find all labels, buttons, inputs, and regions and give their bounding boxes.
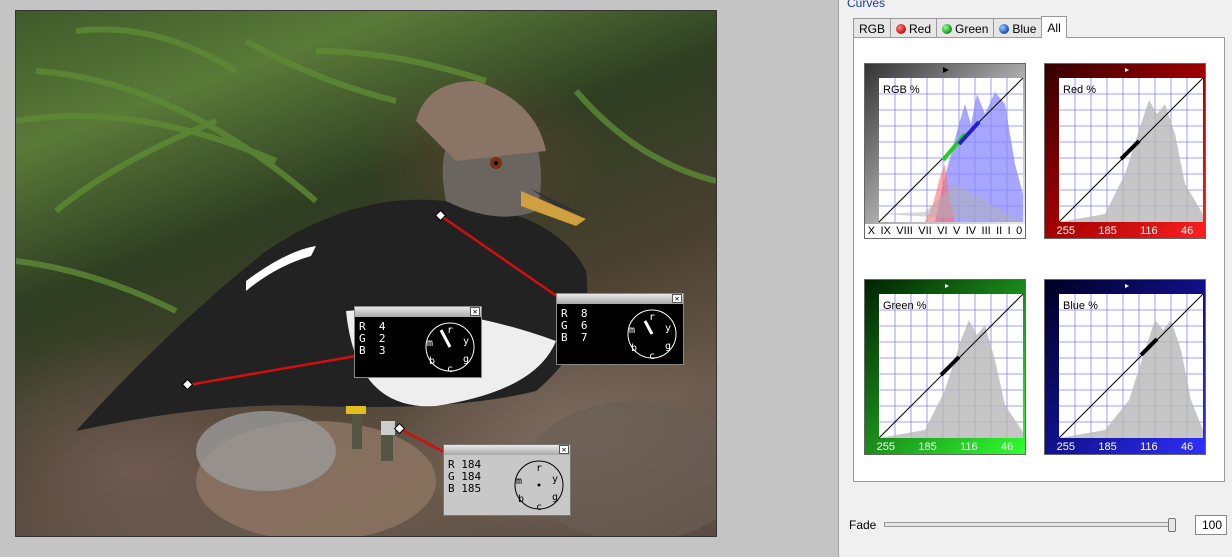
hue-dial-icon: r y g c b m	[627, 309, 677, 361]
red-curve-editor[interactable]: Red % 255 185 116 46	[1044, 63, 1206, 239]
tick-label: 185	[918, 441, 937, 453]
sampler-b-row: B 3	[359, 344, 386, 357]
tab-label: Green	[955, 21, 989, 36]
green-curve-editor[interactable]: Green % 255 185 116 46	[864, 279, 1026, 455]
sampler-titlebar[interactable]: ✕	[355, 307, 481, 317]
fade-slider-thumb[interactable]	[1168, 518, 1176, 532]
fade-value-input[interactable]: 100	[1195, 515, 1227, 535]
dial-c: c	[536, 502, 542, 512]
color-sampler-3[interactable]: ✕ R 184 G 184 B 185 r y g c b m	[443, 444, 571, 516]
blue-curve-label: Blue %	[1063, 300, 1098, 312]
dial-c: c	[447, 364, 453, 374]
sampler-b-value: 3	[378, 344, 386, 357]
hue-dial-icon: r y g c b m	[425, 322, 475, 374]
dial-r: r	[649, 312, 655, 323]
tab-all[interactable]: All	[1041, 16, 1067, 38]
panel-title: Curves	[847, 0, 886, 10]
tick-label: 255	[1056, 441, 1076, 453]
duck-photo[interactable]	[15, 10, 717, 537]
color-sampler-1[interactable]: ✕ R 4 G 2 B 3 r y g c b m	[354, 306, 482, 378]
dial-g: g	[665, 341, 671, 352]
tick-label: II	[996, 225, 1003, 237]
tick-label: 46	[1181, 441, 1194, 453]
hue-dial-icon: r y g c b m	[514, 460, 564, 512]
tab-green[interactable]: Green	[936, 18, 995, 38]
tick-label: 0	[1016, 225, 1023, 237]
close-icon[interactable]: ✕	[672, 294, 682, 303]
tick-label: V	[952, 225, 961, 237]
sampler-b-row: B 185	[448, 482, 482, 495]
red-dot-icon	[896, 23, 907, 34]
rgb-curve-label: RGB %	[883, 84, 920, 96]
close-icon[interactable]: ✕	[559, 445, 569, 454]
dial-y: y	[463, 336, 469, 347]
tab-content-all: RGB % X IX VIII VII VI V IV III II I 0 R…	[853, 37, 1225, 482]
blue-curve-editor[interactable]: Blue % 255 185 116 46	[1044, 279, 1206, 455]
tab-label: Red	[909, 21, 932, 36]
tab-rgb[interactable]: RGB	[853, 18, 892, 38]
dial-r: r	[536, 463, 542, 474]
dial-m: m	[427, 338, 433, 349]
tick-label: I	[1007, 225, 1011, 237]
dial-y: y	[552, 474, 558, 485]
tick-label: 185	[1098, 225, 1117, 237]
fade-control: Fade 100	[849, 514, 1229, 536]
tab-red[interactable]: Red	[890, 18, 938, 38]
tick-label: VIII	[896, 225, 913, 237]
close-icon[interactable]: ✕	[470, 307, 480, 316]
sampler-b-row: B 7	[561, 331, 588, 344]
red-curve-label: Red %	[1063, 84, 1097, 96]
dial-c: c	[649, 351, 655, 361]
tick-label: 255	[876, 441, 896, 453]
tick-label: 116	[1140, 225, 1158, 237]
dial-m: m	[516, 476, 522, 487]
dial-g: g	[463, 354, 469, 365]
green-dot-icon	[942, 23, 953, 34]
sampler-titlebar[interactable]: ✕	[557, 294, 683, 304]
tab-blue[interactable]: Blue	[993, 18, 1043, 38]
tick-label: VII	[918, 225, 932, 237]
fade-slider-track[interactable]	[884, 522, 1176, 527]
dial-m: m	[629, 325, 635, 336]
rgb-curve-ticks: X IX VIII VII VI V IV III II I 0	[865, 224, 1025, 238]
dial-b: b	[518, 494, 524, 505]
tick-label: III	[981, 225, 991, 237]
channel-tabs: RGB Red Green Blue All	[853, 16, 1067, 38]
sampler-b-value: 7	[580, 331, 588, 344]
color-sampler-2[interactable]: ✕ R 8 G 6 B 7 r y g c b m	[556, 293, 684, 365]
tick-label: IV	[965, 225, 977, 237]
curves-panel: Curves RGB Red Green Blue All RGB % X IX…	[838, 0, 1232, 557]
fade-label: Fade	[849, 518, 877, 532]
tick-label: 116	[960, 441, 978, 453]
dial-y: y	[665, 323, 671, 334]
rgb-curve-editor[interactable]: RGB % X IX VIII VII VI V IV III II I 0	[864, 63, 1026, 239]
green-curve-label: Green %	[883, 300, 927, 312]
tick-label: 116	[1140, 441, 1158, 453]
dial-b: b	[631, 343, 637, 354]
green-curve-ticks: 255 185 116 46	[865, 440, 1025, 454]
tick-label: 185	[1098, 441, 1117, 453]
image-canvas[interactable]: ✕ R 4 G 2 B 3 r y g c b m ✕ R 8 G 6 B 7	[0, 0, 838, 557]
dial-g: g	[552, 492, 558, 503]
dial-r: r	[447, 325, 453, 336]
tick-label: 46	[1001, 441, 1014, 453]
tab-label: Blue	[1012, 21, 1037, 36]
red-curve-ticks: 255 185 116 46	[1045, 224, 1205, 238]
tab-label: RGB	[859, 21, 886, 36]
dial-b: b	[429, 356, 435, 367]
blue-curve-ticks: 255 185 116 46	[1045, 440, 1205, 454]
tick-label: IX	[880, 225, 891, 237]
sampler-b-value: 185	[461, 482, 482, 495]
sampler-titlebar[interactable]: ✕	[444, 445, 570, 455]
tick-label: VI	[937, 225, 948, 237]
tick-label: X	[867, 225, 876, 237]
blue-dot-icon	[999, 23, 1010, 34]
tab-label: All	[1047, 20, 1061, 35]
tick-label: 46	[1181, 225, 1194, 237]
tick-label: 255	[1056, 225, 1076, 237]
